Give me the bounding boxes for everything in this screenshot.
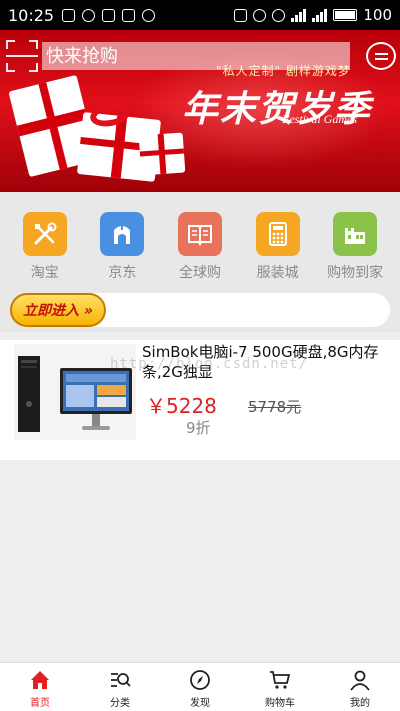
jd-bag-icon (100, 212, 145, 256)
category-label: 淘宝 (30, 265, 59, 281)
search-bar (6, 38, 396, 74)
category-label: 服装城 (256, 265, 299, 281)
scan-icon[interactable] (6, 40, 38, 72)
nav-me[interactable]: 我的 (320, 663, 400, 711)
compass-icon (190, 670, 210, 690)
nav-label: 我的 (350, 698, 370, 709)
tools-icon (22, 212, 67, 256)
enter-now-strip: 立即进入 » (0, 286, 400, 332)
nav-cart[interactable]: 购物车 (240, 663, 320, 711)
battery-level: 100 (363, 6, 392, 24)
category-search-icon (111, 673, 131, 687)
category-shortcuts: 淘宝 京东 全球购 服装城 购物到家 (0, 192, 400, 286)
bottom-nav: 首页 分类 发现 购物车 我的 (0, 662, 400, 711)
search-input[interactable] (42, 42, 350, 70)
product-original-price: 5778元 (248, 398, 302, 416)
wifi-icon (272, 8, 286, 22)
nav-category[interactable]: 分类 (80, 663, 160, 711)
status-notification-icons (62, 8, 156, 22)
notification-icon (62, 8, 76, 22)
enter-now-button[interactable]: 立即进入 » (10, 293, 106, 327)
home-icon (31, 671, 49, 689)
nav-home[interactable]: 首页 (0, 663, 80, 711)
battery-icon (333, 9, 358, 21)
nav-label: 分类 (110, 698, 130, 709)
product-discount: 9折 (186, 419, 211, 437)
calculator-icon (255, 212, 300, 256)
chat-icon (82, 8, 96, 22)
cart-icon (270, 671, 291, 689)
watermark-text: http://blog.csdn.net/ (110, 356, 309, 372)
usb-icon (102, 8, 116, 22)
category-taobao[interactable]: 淘宝 (11, 192, 79, 286)
category-home-delivery[interactable]: 购物到家 (321, 192, 389, 286)
product-card[interactable]: SimBok电脑i-7 500G硬盘,8G内存条,2G独显 http://blo… (0, 340, 400, 460)
category-global[interactable]: 全球购 (166, 192, 234, 286)
message-icon[interactable] (366, 42, 396, 70)
status-bar: 10:25 100 (0, 0, 400, 30)
category-jd[interactable]: 京东 (88, 192, 156, 286)
category-label: 全球购 (178, 265, 221, 281)
gift-box-image (138, 132, 186, 176)
status-time: 10:25 (8, 5, 55, 25)
book-icon (177, 212, 222, 256)
app-icon (122, 8, 136, 22)
signal-2-icon (312, 8, 328, 22)
nav-label: 首页 (30, 698, 50, 709)
share-icon (142, 8, 156, 22)
castle-icon (333, 212, 378, 256)
status-system-icons: 100 (234, 6, 392, 24)
alarm-icon (253, 8, 267, 22)
nav-discover[interactable]: 发现 (160, 663, 240, 711)
category-label: 京东 (108, 265, 137, 281)
banner-subtitle: Festival Games (282, 112, 357, 126)
category-label: 购物到家 (327, 265, 384, 281)
category-clothing[interactable]: 服装城 (244, 192, 312, 286)
vibrate-icon (234, 8, 248, 22)
product-price: ￥5228 (146, 394, 217, 418)
nav-label: 购物车 (265, 698, 295, 709)
signal-icon (291, 8, 307, 22)
nav-label: 发现 (190, 698, 210, 709)
user-icon (350, 670, 370, 691)
